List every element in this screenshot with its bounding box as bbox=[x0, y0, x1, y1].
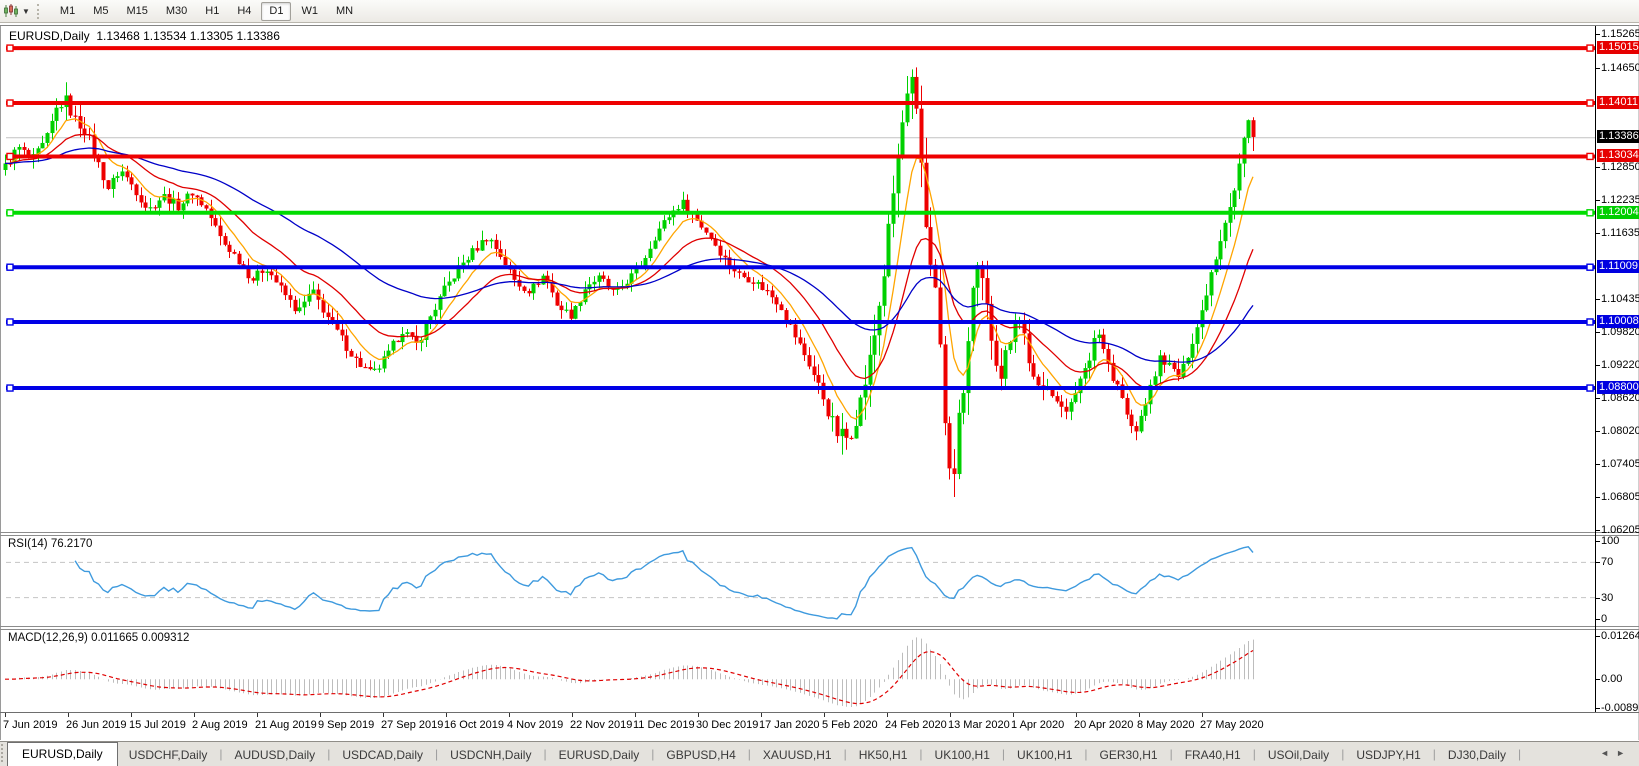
price-axis-tick: 1.09820 bbox=[1601, 326, 1639, 338]
rsi-axis-tick: 70 bbox=[1601, 556, 1613, 568]
chart-tab-usdcnh-daily[interactable]: USDCNH,Daily bbox=[439, 745, 542, 766]
price-level-badge: 1.15015 bbox=[1597, 41, 1639, 54]
date-axis-label: 9 Sep 2019 bbox=[318, 719, 374, 731]
tab-scroll-arrows: ◄► bbox=[1600, 748, 1632, 758]
chart-tab-usdjpy-h1[interactable]: USDJPY,H1 bbox=[1345, 745, 1431, 766]
rsi-axis-tick: 0 bbox=[1601, 613, 1607, 625]
tab-bar-grip[interactable] bbox=[1, 744, 6, 762]
chart-ohlc-values: 1.13468 1.13534 1.13305 1.13386 bbox=[96, 29, 280, 43]
chart-tab-fra40-h1[interactable]: FRA40,H1 bbox=[1174, 745, 1252, 766]
macd-axis-tick: -0.00891 bbox=[1601, 702, 1639, 714]
date-axis-label: 27 May 2020 bbox=[1200, 719, 1264, 731]
date-axis-label: 5 Feb 2020 bbox=[822, 719, 878, 731]
price-level-badge: 1.08800 bbox=[1597, 381, 1639, 394]
price-level-badge: 1.14011 bbox=[1597, 96, 1639, 109]
price-axis-tick: 1.09220 bbox=[1601, 359, 1639, 371]
tab-scroll-left-icon[interactable]: ◄ bbox=[1600, 748, 1616, 758]
date-axis-label: 21 Aug 2019 bbox=[255, 719, 317, 731]
chart-tab-usoil-daily[interactable]: USOil,Daily bbox=[1257, 745, 1340, 766]
chart-tab-hk50-h1[interactable]: HK50,H1 bbox=[848, 745, 919, 766]
price-level-badge: 1.13386 bbox=[1597, 130, 1639, 143]
price-axis-tick: 1.10435 bbox=[1601, 293, 1639, 305]
chart-tab-audusd-daily[interactable]: AUDUSD,Daily bbox=[224, 745, 327, 766]
price-level-badge: 1.13034 bbox=[1597, 149, 1639, 162]
rsi-axis-tick: 30 bbox=[1601, 592, 1613, 604]
macd-axis-tick: 0.00 bbox=[1601, 673, 1622, 685]
chart-symbol-label: EURUSD,Daily bbox=[9, 29, 90, 43]
rsi-indicator-label: RSI(14) 76.2170 bbox=[8, 538, 92, 550]
date-axis-label: 22 Nov 2019 bbox=[570, 719, 632, 731]
date-axis-label: 30 Dec 2019 bbox=[696, 719, 758, 731]
price-axis-tick: 1.07405 bbox=[1601, 458, 1639, 470]
price-level-badge: 1.11009 bbox=[1597, 260, 1639, 273]
date-axis-label: 4 Nov 2019 bbox=[507, 719, 563, 731]
price-level-badge: 1.10008 bbox=[1597, 315, 1639, 328]
chart-tab-usdchf-daily[interactable]: USDCHF,Daily bbox=[118, 745, 219, 766]
tab-scroll-right-icon[interactable]: ► bbox=[1616, 748, 1632, 758]
date-axis-label: 24 Feb 2020 bbox=[885, 719, 947, 731]
date-axis-label: 16 Oct 2019 bbox=[444, 719, 504, 731]
chart-tab-bar: EURUSD,DailyUSDCHF,Daily|AUDUSD,Daily|US… bbox=[0, 741, 1639, 766]
price-axis-tick: 1.11635 bbox=[1601, 227, 1639, 239]
date-axis-label: 11 Dec 2019 bbox=[633, 719, 695, 731]
date-axis-label: 27 Sep 2019 bbox=[381, 719, 443, 731]
price-axis-tick: 1.06805 bbox=[1601, 491, 1639, 503]
chart-tab-gbpusd-h4[interactable]: GBPUSD,H4 bbox=[655, 745, 746, 766]
price-axis-tick: 1.12235 bbox=[1601, 194, 1639, 206]
date-axis-label: 26 Jun 2019 bbox=[66, 719, 127, 731]
date-axis-label: 20 Apr 2020 bbox=[1074, 719, 1133, 731]
chart-tab-uk100-h1[interactable]: UK100,H1 bbox=[1006, 745, 1083, 766]
rsi-axis-tick: 100 bbox=[1601, 535, 1619, 547]
date-axis-label: 17 Jan 2020 bbox=[759, 719, 820, 731]
date-axis-label: 15 Jul 2019 bbox=[129, 719, 186, 731]
chart-tab-uk100-h1[interactable]: UK100,H1 bbox=[924, 745, 1001, 766]
date-axis-label: 1 Apr 2020 bbox=[1011, 719, 1064, 731]
date-axis-label: 13 Mar 2020 bbox=[948, 719, 1010, 731]
macd-axis-tick: 0.012645 bbox=[1601, 630, 1639, 642]
price-axis-tick: 1.15265 bbox=[1601, 28, 1639, 40]
date-axis-label: 8 May 2020 bbox=[1137, 719, 1194, 731]
tab-separator: | bbox=[1517, 747, 1522, 761]
price-chart-canvas[interactable] bbox=[0, 0, 1639, 766]
chart-tab-eurusd-daily[interactable]: EURUSD,Daily bbox=[548, 745, 651, 766]
date-axis-label: 2 Aug 2019 bbox=[192, 719, 248, 731]
chart-tab-eurusd-daily[interactable]: EURUSD,Daily bbox=[7, 742, 118, 766]
chart-tab-dj30-daily[interactable]: DJ30,Daily bbox=[1437, 745, 1517, 766]
price-level-badge: 1.12004 bbox=[1597, 206, 1639, 219]
price-axis-tick: 1.08020 bbox=[1601, 425, 1639, 437]
macd-indicator-label: MACD(12,26,9) 0.011665 0.009312 bbox=[8, 632, 189, 644]
chart-tab-usdcad-daily[interactable]: USDCAD,Daily bbox=[331, 745, 434, 766]
chart-title: EURUSD,Daily 1.13468 1.13534 1.13305 1.1… bbox=[9, 29, 280, 43]
price-axis-tick: 1.14650 bbox=[1601, 62, 1639, 74]
date-axis-label: 7 Jun 2019 bbox=[3, 719, 57, 731]
chart-tab-ger30-h1[interactable]: GER30,H1 bbox=[1089, 745, 1169, 766]
chart-tab-xauusd-h1[interactable]: XAUUSD,H1 bbox=[752, 745, 843, 766]
